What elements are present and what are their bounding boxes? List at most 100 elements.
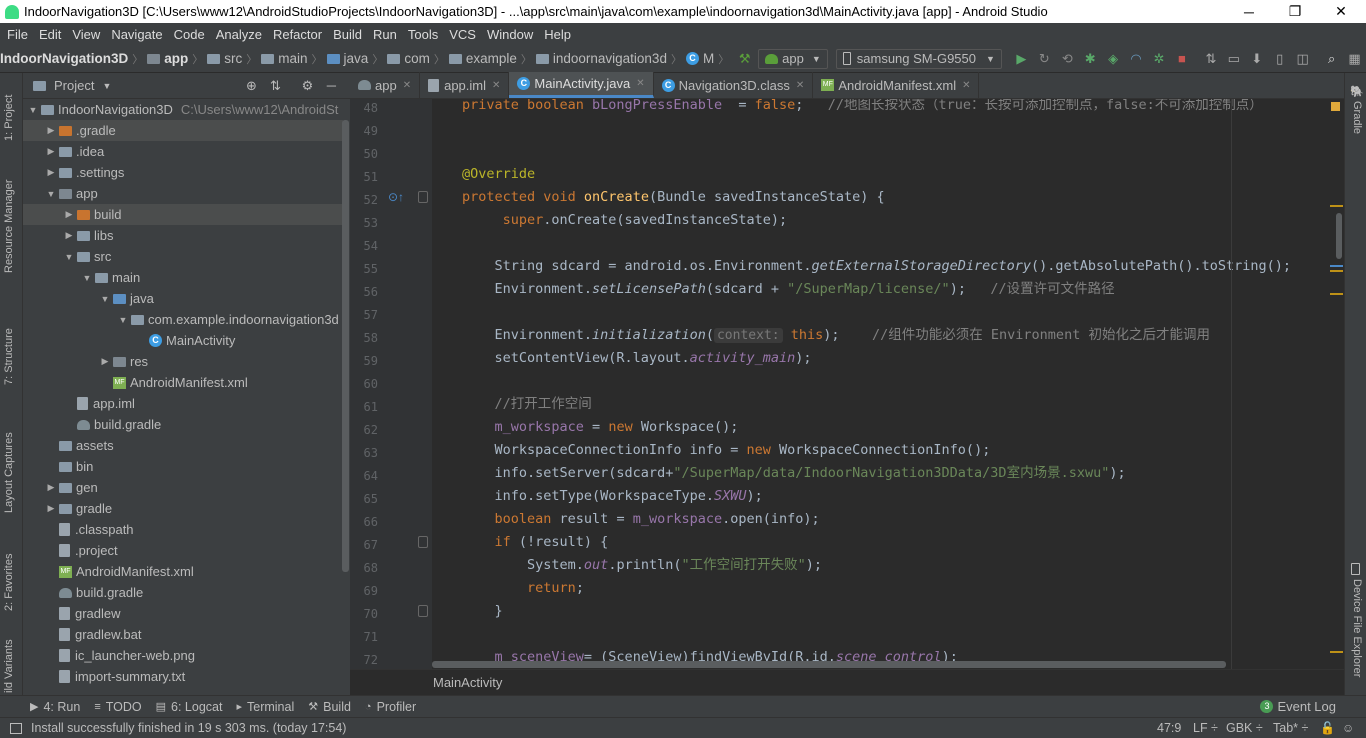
menu-run[interactable]: Run	[369, 27, 401, 42]
breadcrumb-item[interactable]: main	[261, 51, 308, 66]
expand-down-icon[interactable]: ▼	[81, 273, 93, 283]
collapse-all-icon[interactable]: ⇅	[265, 76, 285, 96]
device-select[interactable]: samsung SM-G9550 ▼	[835, 48, 1002, 69]
editor-breadcrumb-class[interactable]: MainActivity	[433, 675, 502, 690]
expand-right-icon[interactable]: ▶	[45, 503, 57, 514]
tool-window-build[interactable]: ⚒ Build	[308, 700, 351, 714]
tree-item[interactable]: ▼ IndoorNavigation3D C:\Users\www12\Androi…	[23, 99, 343, 120]
tool-build-variants[interactable]: ild Variants	[3, 639, 15, 693]
warning-indicator-icon[interactable]	[1331, 102, 1340, 111]
breadcrumb-item[interactable]: app	[147, 51, 188, 66]
tree-item[interactable]: ▶ build	[23, 204, 343, 225]
tool-favorites[interactable]: 2: Favorites	[3, 554, 15, 611]
expand-down-icon[interactable]: ▼	[117, 315, 129, 325]
breadcrumb-item[interactable]: CM	[685, 51, 714, 66]
close-tab-icon[interactable]: ✕	[403, 80, 411, 91]
tool-layout-captures[interactable]: Layout Captures	[3, 432, 15, 513]
toggle-tool-windows-icon[interactable]	[10, 722, 22, 734]
menu-tools[interactable]: Tools	[404, 27, 442, 42]
apply-changes-icon[interactable]: ↻	[1035, 49, 1054, 69]
expand-down-icon[interactable]: ▼	[27, 105, 39, 115]
hide-panel-icon[interactable]: ─	[321, 76, 341, 96]
code-editor[interactable]: private boolean bLongPressEnable = false…	[432, 99, 1332, 669]
line-separator[interactable]: LF ÷	[1193, 721, 1218, 735]
attach-debugger-icon[interactable]: ✲	[1150, 49, 1169, 69]
tree-item[interactable]: MF AndroidManifest.xml	[23, 561, 343, 582]
breadcrumb-item[interactable]: src	[207, 51, 242, 66]
status-message[interactable]: Install successfully finished in 19 s 30…	[31, 721, 346, 735]
tree-item[interactable]: ▶ .idea	[23, 141, 343, 162]
sync-project-icon[interactable]: ⇅	[1201, 49, 1220, 69]
fold-icon[interactable]	[418, 536, 428, 548]
tree-item[interactable]: .classpath	[23, 519, 343, 540]
menu-file[interactable]: File	[3, 27, 32, 42]
editor-tab[interactable]: C Navigation3D.class ✕	[654, 72, 814, 98]
indent-setting[interactable]: Tab* ÷	[1273, 721, 1308, 735]
tool-device-file-explorer[interactable]: Device File Explorer	[1351, 579, 1363, 677]
tree-item[interactable]: build.gradle	[23, 582, 343, 603]
tool-window-profiler[interactable]: ◔ Profiler	[365, 700, 416, 714]
tool-resource-manager[interactable]: Resource Manager	[3, 179, 15, 273]
tree-item[interactable]: ▼ com.example.indoornavigation3d	[23, 309, 343, 330]
close-tab-icon[interactable]: ✕	[636, 78, 644, 89]
search-icon[interactable]: ⌕	[1322, 49, 1341, 69]
minimize-button[interactable]: ─	[1226, 0, 1272, 23]
tree-item[interactable]: ▼ java	[23, 288, 343, 309]
apply-code-changes-icon[interactable]: ⟲	[1058, 49, 1077, 69]
tree-item[interactable]: gradlew.bat	[23, 624, 343, 645]
tree-item[interactable]: ▶ res	[23, 351, 343, 372]
layout-inspector-icon[interactable]: ◫	[1293, 49, 1312, 69]
tool-window-terminal[interactable]: ▸ Terminal	[236, 700, 294, 714]
caret-position[interactable]: 47:9	[1157, 721, 1181, 735]
tree-item[interactable]: ▼ app	[23, 183, 343, 204]
run-coverage-icon[interactable]: ◈	[1104, 49, 1123, 69]
run-config-select[interactable]: app ▼	[758, 48, 828, 69]
breadcrumb-item[interactable]: java	[326, 51, 368, 66]
editor-vertical-scrollbar[interactable]	[1336, 213, 1342, 259]
expand-right-icon[interactable]: ▶	[99, 356, 111, 367]
tree-item[interactable]: ▶ libs	[23, 225, 343, 246]
tool-structure[interactable]: 7: Structure	[3, 328, 15, 385]
tree-item[interactable]: assets	[23, 435, 343, 456]
maximize-button[interactable]: ❐	[1272, 0, 1318, 23]
notifications-icon[interactable]: ▦	[1345, 49, 1364, 69]
editor-horizontal-scrollbar[interactable]	[432, 661, 1226, 668]
project-tree-scrollbar[interactable]	[342, 120, 349, 572]
gear-icon[interactable]: ⚙	[297, 76, 317, 96]
tree-item[interactable]: C MainActivity	[23, 330, 343, 351]
tree-item[interactable]: gradlew	[23, 603, 343, 624]
avd-manager-icon[interactable]: ▭	[1224, 49, 1243, 69]
chevron-down-icon[interactable]: ▼	[102, 81, 111, 91]
close-tab-icon[interactable]: ✕	[796, 80, 804, 91]
profile-icon[interactable]: ◠	[1127, 49, 1146, 69]
stop-icon[interactable]: ■	[1172, 49, 1191, 69]
tool-window-todo[interactable]: ≡ TODO	[94, 700, 141, 714]
tree-item[interactable]: app.iml	[23, 393, 343, 414]
close-tab-icon[interactable]: ✕	[492, 80, 500, 91]
tool-window-logcat[interactable]: ▤ 6: Logcat	[156, 700, 223, 714]
lock-icon[interactable]: 🔓	[1320, 721, 1335, 735]
tree-item[interactable]: .project	[23, 540, 343, 561]
tree-item[interactable]: bin	[23, 456, 343, 477]
tree-item[interactable]: import-summary.txt	[23, 666, 343, 687]
file-encoding[interactable]: GBK ÷	[1226, 721, 1263, 735]
menu-navigate[interactable]: Navigate	[107, 27, 166, 42]
expand-right-icon[interactable]: ▶	[45, 146, 57, 157]
tree-item[interactable]: ▶ gen	[23, 477, 343, 498]
menu-help[interactable]: Help	[540, 27, 575, 42]
menu-window[interactable]: Window	[483, 27, 537, 42]
expand-right-icon[interactable]: ▶	[45, 482, 57, 493]
tool-project[interactable]: 1: Project	[3, 95, 15, 141]
warning-mark[interactable]	[1330, 270, 1343, 272]
menu-edit[interactable]: Edit	[35, 27, 65, 42]
expand-down-icon[interactable]: ▼	[45, 189, 57, 199]
device-file-icon[interactable]: ▯	[1270, 49, 1289, 69]
expand-right-icon[interactable]: ▶	[63, 230, 75, 241]
breadcrumb-item[interactable]: com	[387, 51, 430, 66]
override-marker-icon[interactable]: ⊙↑	[388, 190, 404, 204]
info-mark[interactable]	[1330, 265, 1343, 267]
close-button[interactable]: ✕	[1318, 0, 1364, 23]
inspector-icon[interactable]: ☺	[1342, 721, 1354, 735]
expand-right-icon[interactable]: ▶	[45, 125, 57, 136]
tree-item[interactable]: build.gradle	[23, 414, 343, 435]
